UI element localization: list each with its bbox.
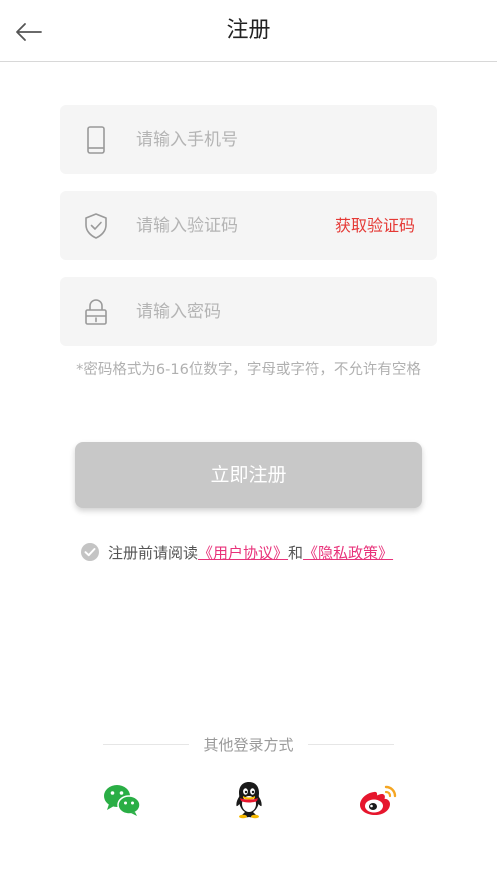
page-title: 注册: [226, 18, 271, 43]
qq-login-button[interactable]: [227, 778, 271, 822]
divider-line-right: [307, 743, 394, 745]
agreement-checkbox[interactable]: [80, 542, 100, 562]
phone-field[interactable]: [60, 105, 437, 174]
wechat-icon: [104, 785, 141, 816]
weibo-icon: [360, 785, 397, 815]
agreement-row: 注册前请阅读 《用户协议》 和 《隐私政策》: [80, 540, 393, 564]
user-agreement-link[interactable]: 《用户协议》: [198, 542, 288, 563]
agreement-prefix: 注册前请阅读: [108, 543, 199, 562]
shield-check-icon: [82, 211, 110, 241]
check-circle-icon: [81, 543, 99, 561]
agreement-and: 和: [288, 543, 304, 562]
divider-line-left: [103, 743, 190, 745]
phone-input[interactable]: [136, 105, 376, 174]
register-button[interactable]: 立即注册: [75, 442, 422, 508]
wechat-login-button[interactable]: [100, 778, 144, 822]
password-input[interactable]: [136, 277, 376, 346]
qq-icon: [236, 782, 262, 819]
password-field[interactable]: [60, 277, 437, 346]
phone-icon: [82, 125, 110, 155]
privacy-policy-link[interactable]: 《隐私政策》: [303, 542, 393, 563]
other-login-label: 其他登录方式: [203, 735, 294, 754]
top-bar: 注册: [0, 0, 497, 62]
get-code-button[interactable]: 获取验证码: [335, 191, 415, 260]
verification-code-field[interactable]: 获取验证码: [60, 191, 437, 260]
password-hint: *密码格式为6-16位数字，字母或字符，不允许有空格: [76, 362, 421, 378]
lock-icon: [82, 297, 110, 327]
other-login-divider: 其他登录方式: [0, 733, 497, 755]
weibo-login-button[interactable]: [356, 778, 400, 822]
